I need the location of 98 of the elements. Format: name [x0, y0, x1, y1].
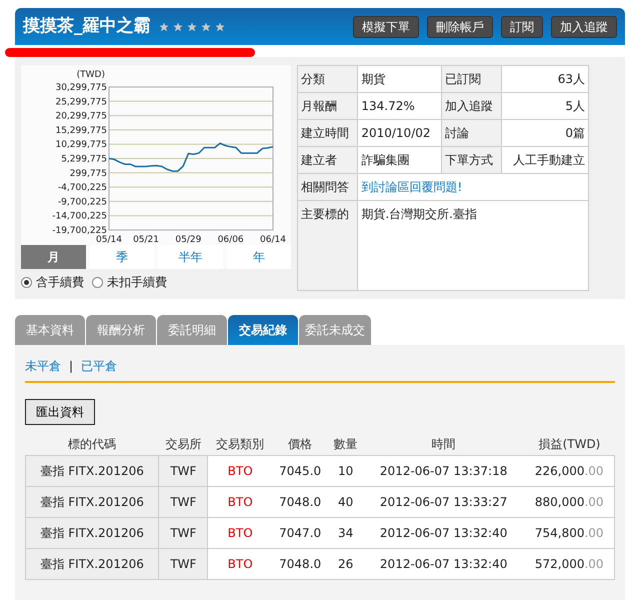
table-cell: 臺指 FITX.201206 [26, 456, 159, 486]
y-tick-label: 15,299,775 [55, 126, 107, 136]
table-cell: 7045.0 [272, 456, 328, 486]
table-cell: 2012-06-07 13:33:27 [362, 486, 524, 518]
export-button[interactable]: 匯出資料 [25, 399, 95, 425]
info-value: 期貨.台灣期交所.臺指 [358, 200, 588, 290]
table-cell: BTO [208, 548, 272, 580]
table-cell: 7047.0 [272, 518, 328, 548]
x-tick-label: 05/21 [133, 235, 159, 245]
header-button[interactable]: 加入追蹤 [551, 16, 617, 38]
table-cell: 7048.0 [272, 486, 328, 518]
page-title: 摸摸茶_羅中之霸 [23, 14, 150, 38]
header-button[interactable]: 刪除帳戶 [427, 16, 493, 38]
table-cell: 34 [328, 518, 363, 548]
y-tick-label: 20,299,775 [55, 112, 107, 122]
table-cell: 臺指 FITX.201206 [26, 518, 159, 548]
info-label: 分類 [298, 66, 358, 92]
y-tick-label: -9,700,225 [58, 197, 107, 208]
tab[interactable]: 報酬分析 [86, 315, 156, 345]
star-icon [172, 22, 182, 32]
table-cell: TWF [158, 486, 208, 518]
column-header: 價格 [272, 433, 328, 456]
table-cell: 10 [328, 456, 363, 486]
table-cell: 40 [328, 486, 363, 518]
info-label: 月報酬 [298, 92, 358, 120]
star-icon [158, 22, 168, 32]
table-cell: BTO [208, 486, 272, 518]
tab[interactable]: 委託未成交 [299, 315, 371, 345]
radio-label: 含手續費 [36, 274, 84, 291]
axis-label: (TWD) [76, 70, 105, 80]
y-tick-label: -4,700,225 [58, 183, 107, 194]
y-tick-label: 5,299,775 [61, 154, 107, 164]
info-label: 建立者 [298, 146, 358, 174]
x-tick-label: 06/06 [218, 235, 244, 245]
star-icon [214, 22, 224, 32]
info-value: 期貨 [358, 66, 442, 92]
radio-button[interactable] [92, 276, 103, 288]
column-header: 交易類別 [208, 433, 272, 456]
info-value: 詐騙集團 [358, 146, 442, 174]
radio-label: 未扣手續費 [107, 274, 167, 291]
column-header: 標的代碼 [26, 433, 159, 456]
table-cell: BTO [208, 518, 272, 548]
table-cell: TWF [158, 456, 208, 486]
x-tick-label: 05/14 [96, 235, 122, 245]
column-header: 數量 [328, 433, 363, 456]
table-cell: 臺指 FITX.201206 [26, 548, 159, 580]
column-header: 時間 [362, 433, 524, 456]
table-cell: BTO [208, 456, 272, 486]
x-tick-label: 05/29 [175, 235, 202, 245]
table-cell: 26 [328, 548, 363, 580]
table-cell: 臺指 FITX.201206 [26, 486, 159, 518]
info-label: 主要標的 [298, 200, 358, 290]
header-button[interactable]: 模擬下單 [353, 16, 419, 38]
table-cell: 572,000.00 [524, 548, 614, 580]
header-button[interactable]: 訂閱 [501, 16, 543, 38]
info-value: 0篇 [502, 120, 588, 146]
table-cell: 754,800.00 [524, 518, 614, 548]
column-header: 交易所 [158, 433, 208, 456]
table-cell: 880,000.00 [524, 486, 614, 518]
table-cell: TWF [158, 518, 208, 548]
table-cell: 2012-06-07 13:32:40 [362, 518, 524, 548]
info-label: 相關問答 [298, 174, 358, 200]
period-tab[interactable]: 年 [226, 245, 291, 269]
period-tab[interactable]: 月 [21, 245, 86, 269]
info-label: 建立時間 [298, 120, 358, 146]
y-tick-label: 299,775 [70, 168, 107, 179]
table-cell: 2012-06-07 13:32:40 [362, 548, 524, 580]
star-icon [186, 22, 196, 32]
info-label: 已訂閱 [441, 66, 502, 92]
info-value: 134.72% [358, 92, 442, 120]
table-cell: 2012-06-07 13:37:18 [362, 456, 524, 486]
table-cell: 226,000.00 [524, 456, 614, 486]
y-tick-label: 10,299,775 [55, 140, 107, 150]
separator: | [69, 358, 74, 375]
y-tick-label: -19,700,225 [52, 226, 107, 236]
info-value: 5人 [502, 92, 588, 120]
info-label: 討論 [441, 120, 502, 146]
filter-link[interactable]: 已平倉 [81, 357, 118, 375]
period-tab[interactable]: 半年 [158, 245, 222, 269]
table-cell: TWF [158, 548, 208, 580]
column-header: 損益(TWD) [524, 433, 614, 456]
info-value: 2010/10/02 [358, 120, 442, 146]
y-tick-label: -14,700,225 [52, 212, 107, 222]
tab[interactable]: 委託明細 [157, 315, 227, 345]
table-cell: 7048.0 [272, 548, 328, 580]
radio-button[interactable] [21, 276, 32, 288]
tab[interactable]: 基本資料 [15, 315, 85, 345]
info-label: 加入追蹤 [441, 92, 502, 120]
star-icon [200, 22, 210, 32]
filter-link[interactable]: 未平倉 [25, 357, 61, 375]
period-tab[interactable]: 季 [90, 245, 154, 269]
info-value: 63人 [502, 66, 588, 92]
info-label: 下單方式 [441, 146, 502, 174]
x-tick-label: 06/14 [260, 235, 286, 245]
info-value: 人工手動建立 [502, 146, 588, 174]
tab[interactable]: 交易紀錄 [228, 315, 298, 345]
y-tick-label: 25,299,775 [55, 97, 107, 108]
y-tick-label: 30,299,775 [55, 83, 107, 93]
